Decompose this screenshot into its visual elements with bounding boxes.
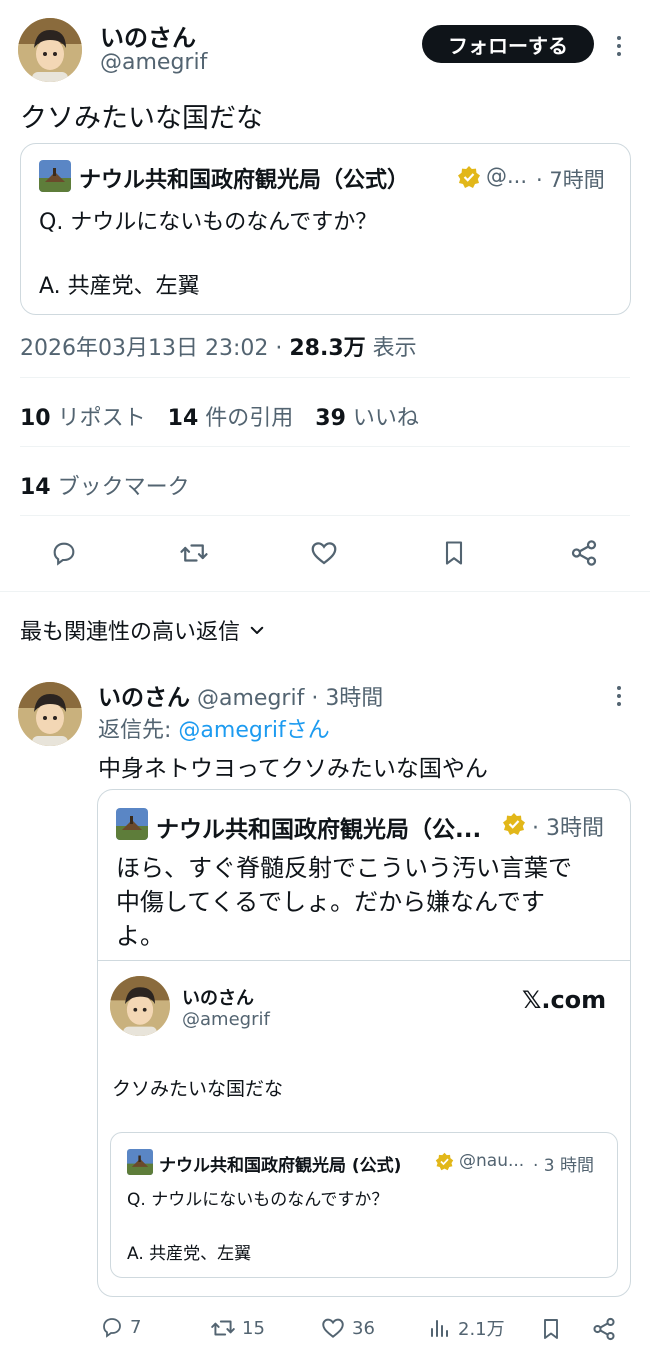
reply-time[interactable]: · 3時間	[311, 686, 383, 711]
embed-brand-logo: 𝕏.com	[522, 986, 607, 1014]
reply-to-handle[interactable]: @amegrifさん	[178, 718, 329, 743]
views-icon	[431, 1320, 448, 1337]
reply-views-button[interactable]: 2.1万	[428, 1315, 505, 1341]
reply-share-button[interactable]	[590, 1315, 618, 1343]
reply-like-button[interactable]: 36	[320, 1315, 375, 1341]
bookmark-icon	[445, 541, 463, 565]
reply-author-name[interactable]: いのさん	[98, 685, 190, 711]
reply-text: 中身ネトウヨってクソみたいな国やん	[98, 756, 488, 782]
quoted-tweet-card[interactable]: ナウル共和国政府観光局（公式） @... · 7時間 Q. ナウルにないものなん…	[20, 143, 631, 315]
likes-count: 39	[315, 406, 346, 431]
views-label: 表示	[372, 336, 417, 361]
bookmarks-count: 14	[20, 475, 51, 500]
like-icon	[322, 1318, 344, 1338]
reply-header: いのさん @amegrif · 3時間	[98, 678, 383, 712]
likes-label: いいね	[352, 406, 419, 431]
verified-icon	[503, 813, 525, 835]
reposts-count: 10	[20, 406, 51, 431]
reply-author-handle[interactable]: @amegrif	[197, 686, 304, 711]
embed-author-avatar	[110, 976, 170, 1036]
author-name[interactable]: いのさん	[100, 18, 196, 53]
timestamp-text: 2026年03月13日 23:02 ·	[20, 336, 283, 361]
verified-icon	[435, 1152, 454, 1171]
divider	[20, 377, 630, 378]
quoted-text-line3: よ。	[116, 922, 164, 950]
inner-time: · 3 時間	[533, 1156, 595, 1176]
quotes-stat[interactable]: 14 件の引用	[168, 400, 294, 432]
reposts-stat[interactable]: 10 リポスト	[20, 400, 146, 432]
embed-text: クソみたいな国だな	[112, 1078, 284, 1100]
reply-repost-button[interactable]: 15	[210, 1315, 265, 1341]
quoted-account-icon	[116, 808, 148, 840]
quotes-count: 14	[167, 406, 199, 431]
kebab-icon[interactable]	[616, 36, 622, 56]
verified-icon	[458, 166, 480, 188]
reposts-label: リポスト	[57, 406, 146, 431]
embed-author-name: いのさん	[182, 988, 254, 1009]
repost-icon	[211, 1320, 235, 1336]
quoted-author-handle: @...	[486, 164, 528, 188]
bookmark-icon	[544, 1319, 558, 1339]
author-handle[interactable]: @amegrif	[100, 50, 207, 75]
inner-text-line2: A. 共産党、左翼	[127, 1244, 252, 1264]
embed-inner-card: ナウル共和国政府観光局 (公式) @nau... · 3 時間 Q. ナウルにな…	[110, 1132, 618, 1278]
divider	[20, 446, 630, 447]
inner-text-line1: Q. ナウルにないものなんですか？	[127, 1190, 389, 1210]
quoted-text-line2: A. 共産党、左翼	[39, 274, 200, 299]
inner-author-name: ナウル共和国政府観光局 (公式)	[159, 1156, 402, 1176]
kebab-icon[interactable]	[616, 686, 622, 706]
like-button[interactable]	[306, 535, 342, 571]
share-button[interactable]	[566, 535, 602, 571]
quoted-account-icon	[39, 160, 71, 192]
chevron-down-icon	[250, 626, 264, 634]
reply-count: 7	[130, 1316, 142, 1338]
reply-button[interactable]	[46, 535, 82, 571]
views-count: 2.1万	[458, 1319, 505, 1340]
avatar-illustration	[18, 18, 82, 82]
replies-sort-dropdown[interactable]: 最も関連性の高い返信	[20, 614, 266, 646]
tweet-timestamp[interactable]: 2026年03月13日 23:02 · 28.3万 表示	[20, 330, 417, 362]
tweet-text: クソみたいな国だな	[20, 103, 263, 134]
embed-author-handle: @amegrif	[182, 1009, 270, 1030]
divider	[20, 515, 630, 516]
share-icon	[593, 1317, 615, 1341]
likes-stat[interactable]: 39 いいね	[315, 400, 419, 432]
reply-to-line: 返信先: @amegrifさん	[98, 712, 330, 744]
quoted-text-line1: ほら、すぐ脊髄反射でこういう汚い言葉で	[116, 854, 572, 882]
reply-icon	[53, 542, 75, 566]
reply-bookmark-button[interactable]	[538, 1315, 564, 1343]
quoted-author-name: ナウル共和国政府観光局（公式）	[79, 168, 410, 193]
embed-divider	[98, 960, 630, 961]
views-count: 28.3万	[289, 336, 366, 361]
inner-account-icon	[127, 1149, 153, 1175]
follow-button[interactable]: フォローする	[422, 25, 594, 63]
inner-author-handle: @nau...	[459, 1151, 525, 1171]
reply-to-prefix: 返信先:	[98, 718, 179, 743]
avatar-illustration	[18, 682, 82, 746]
quoted-author-name: ナウル共和国政府観光局（公...	[156, 817, 482, 843]
quotes-label: 件の引用	[205, 406, 294, 431]
reply-quoted-card[interactable]: ナウル共和国政府観光局（公... · 3時間 ほら、すぐ脊髄反射でこういう汚い言…	[97, 789, 631, 1297]
reply-reply-button[interactable]: 7	[100, 1315, 141, 1339]
quoted-time: · 3時間	[532, 816, 604, 841]
quoted-text-line2: 中傷してくるでしょ。だから嫌なんです	[116, 888, 545, 916]
like-count: 36	[352, 1317, 375, 1339]
quoted-text-line1: Q. ナウルにないものなんですか？	[39, 210, 378, 235]
reply-icon	[103, 1318, 121, 1338]
share-icon	[571, 540, 597, 566]
divider	[0, 591, 650, 592]
author-avatar[interactable]	[18, 18, 82, 82]
reply-author-avatar[interactable]	[18, 682, 82, 746]
repost-icon	[180, 544, 208, 562]
bookmarks-label: ブックマーク	[57, 475, 190, 500]
repost-button[interactable]	[176, 535, 212, 571]
replies-sort-label: 最も関連性の高い返信	[20, 620, 241, 645]
repost-count: 15	[242, 1317, 265, 1339]
quoted-time: · 7時間	[536, 168, 605, 192]
bookmark-button[interactable]	[436, 535, 472, 571]
bookmarks-stat[interactable]: 14 ブックマーク	[20, 469, 190, 501]
engagement-stats: 10 リポスト 14 件の引用 39 いいね	[20, 400, 419, 432]
like-icon	[311, 542, 337, 565]
